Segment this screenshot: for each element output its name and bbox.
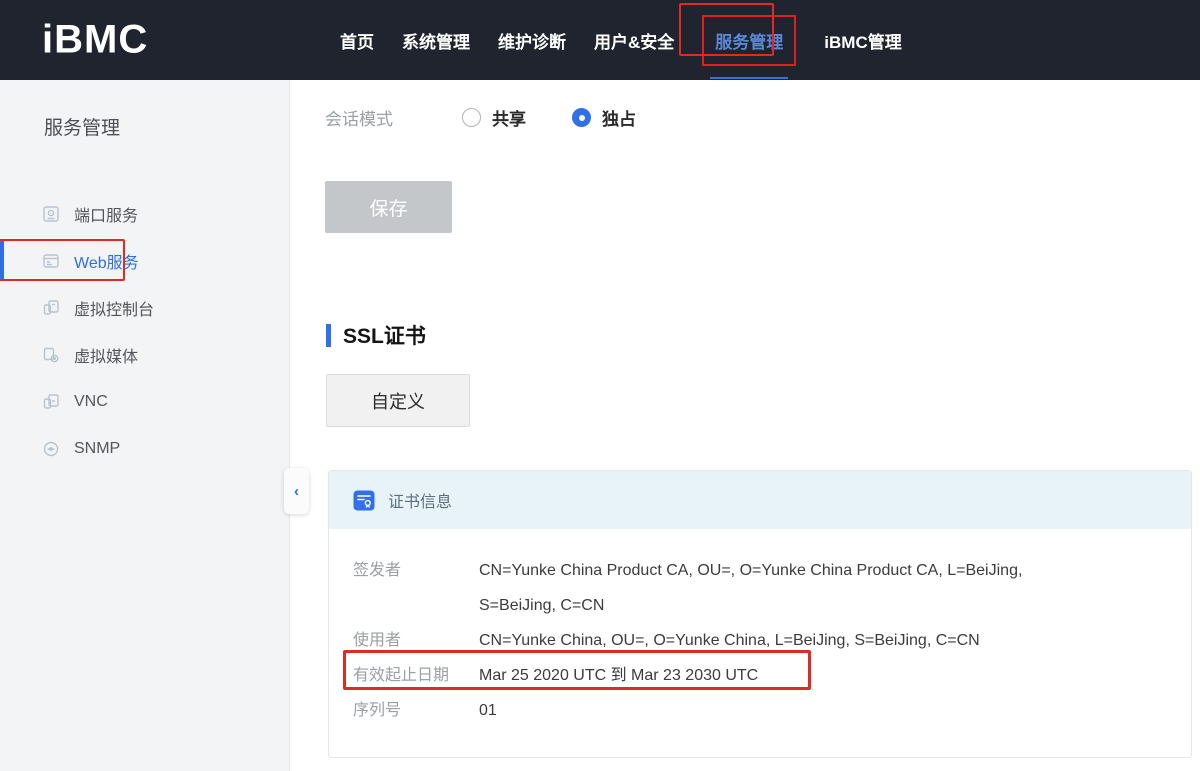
radio-shared-circle-icon[interactable] <box>462 108 481 127</box>
nav-tab-maintenance-diagnosis[interactable]: 维护诊断 <box>498 28 566 53</box>
sidebar-item-virtual-media[interactable]: 虚拟媒体 <box>0 331 289 378</box>
radio-shared-label: 共享 <box>492 105 526 130</box>
sidebar-item-vnc[interactable]: VNC <box>0 378 289 425</box>
cert-row-label: 使用者 <box>353 623 479 658</box>
cert-row-subject: 使用者 CN=Yunke China, OU=, O=Yunke China, … <box>353 623 1167 658</box>
nav-tab-home[interactable]: 首页 <box>340 28 374 53</box>
sidebar-item-label: 虚拟控制台 <box>74 296 154 320</box>
virtual-console-icon <box>42 299 60 317</box>
chevron-left-icon: ‹ <box>294 484 299 499</box>
vnc-icon <box>42 393 60 411</box>
sidebar-item-label: Web服务 <box>74 249 139 273</box>
sidebar-collapse-button[interactable]: ‹ <box>284 468 309 514</box>
save-button[interactable]: 保存 <box>325 181 452 233</box>
radio-exclusive-circle-icon[interactable] <box>572 108 591 127</box>
nav-tab-user-security[interactable]: 用户&安全 <box>594 28 674 53</box>
main-nav: 首页 系统管理 维护诊断 用户&安全 服务管理 iBMC管理 <box>340 0 902 80</box>
cert-row-label: 序列号 <box>353 693 479 728</box>
sidebar-item-snmp[interactable]: SNMP <box>0 425 289 472</box>
nav-tab-ibmc-management[interactable]: iBMC管理 <box>824 28 901 53</box>
nav-tab-service-management[interactable]: 服务管理 <box>702 15 796 66</box>
cert-row-value: 01 <box>479 693 497 728</box>
certificate-icon <box>353 489 376 512</box>
radio-exclusive[interactable]: 独占 <box>572 105 636 130</box>
radio-shared[interactable]: 共享 <box>462 105 526 130</box>
cert-row-validity: 有效起止日期 Mar 25 2020 UTC 到 Mar 23 2030 UTC <box>353 658 1167 693</box>
ssl-section-heading: SSL证书 <box>326 320 426 350</box>
port-service-icon <box>42 205 60 223</box>
custom-button[interactable]: 自定义 <box>326 374 470 427</box>
certificate-card-header: 证书信息 <box>329 471 1191 529</box>
cert-row-value: Mar 25 2020 UTC 到 Mar 23 2030 UTC <box>479 658 758 693</box>
sidebar-item-web-service[interactable]: Web服务 <box>0 237 289 284</box>
virtual-media-icon <box>42 346 60 364</box>
certificate-card-body: 签发者 CN=Yunke China Product CA, OU=, O=Yu… <box>329 529 1191 728</box>
sidebar-item-label: 端口服务 <box>74 202 138 226</box>
sidebar-item-label: SNMP <box>74 440 120 458</box>
web-service-icon <box>42 252 60 270</box>
certificate-card-title: 证书信息 <box>388 488 452 512</box>
session-mode-label: 会话模式 <box>325 105 462 130</box>
sidebar: 服务管理 端口服务 Web服务 虚拟控制台 虚拟媒体 <box>0 80 290 771</box>
cert-row-value: CN=Yunke China Product CA, OU=, O=Yunke … <box>479 553 1022 623</box>
session-mode-row: 会话模式 共享 独占 <box>325 105 682 130</box>
sidebar-menu: 端口服务 Web服务 虚拟控制台 虚拟媒体 VNC <box>0 190 289 472</box>
sidebar-item-label: 虚拟媒体 <box>74 343 138 367</box>
sidebar-item-port-service[interactable]: 端口服务 <box>0 190 289 237</box>
sidebar-item-label: VNC <box>74 393 108 411</box>
issuer-line-2: S=BeiJing, C=CN <box>479 588 1022 623</box>
radio-exclusive-label: 独占 <box>602 105 636 130</box>
heading-accent-bar <box>326 324 331 347</box>
cert-row-label: 有效起止日期 <box>353 658 479 693</box>
cert-row-value: CN=Yunke China, OU=, O=Yunke China, L=Be… <box>479 623 980 658</box>
cert-row-issuer: 签发者 CN=Yunke China Product CA, OU=, O=Yu… <box>353 553 1167 623</box>
ibmc-logo: iBMC <box>42 18 148 63</box>
top-header-bar: iBMC 首页 系统管理 维护诊断 用户&安全 服务管理 iBMC管理 <box>0 0 1200 80</box>
ssl-section-title: SSL证书 <box>343 320 426 350</box>
cert-row-label: 签发者 <box>353 553 479 623</box>
snmp-icon <box>42 440 60 458</box>
issuer-line-1: CN=Yunke China Product CA, OU=, O=Yunke … <box>479 553 1022 588</box>
sidebar-item-virtual-console[interactable]: 虚拟控制台 <box>0 284 289 331</box>
sidebar-title: 服务管理 <box>0 80 289 140</box>
certificate-info-card: 证书信息 签发者 CN=Yunke China Product CA, OU=,… <box>328 470 1192 758</box>
nav-tab-system-management[interactable]: 系统管理 <box>402 28 470 53</box>
cert-row-serial: 序列号 01 <box>353 693 1167 728</box>
